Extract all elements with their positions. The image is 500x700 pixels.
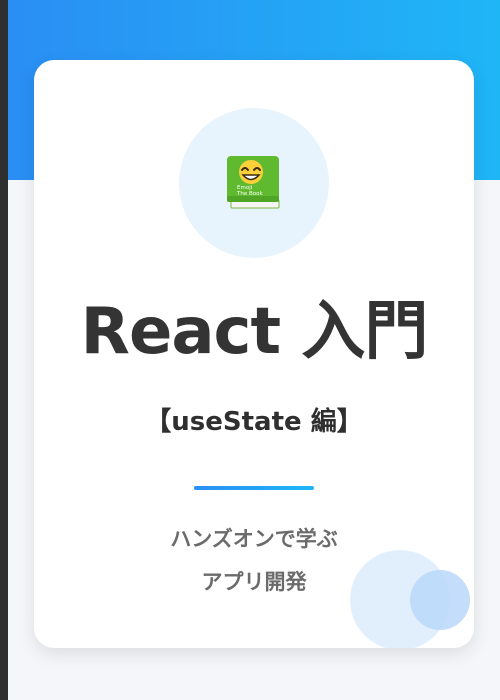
page-title: React 入門 [80, 295, 429, 369]
cover-card: Emoji The Book React 入門 【useState 編】 ハンズ… [34, 60, 474, 648]
page-subtitle: 【useState 編】 [145, 407, 363, 437]
emoji-book-icon: Emoji The Book [227, 156, 280, 209]
divider-line [194, 486, 314, 490]
decorative-circle-small [410, 570, 470, 630]
book-cover-text-2: The Book [236, 191, 263, 197]
tagline-line-1: ハンズオンで学ぶ [170, 527, 338, 551]
icon-circle: Emoji The Book [179, 108, 329, 258]
left-edge-bar [0, 0, 8, 700]
